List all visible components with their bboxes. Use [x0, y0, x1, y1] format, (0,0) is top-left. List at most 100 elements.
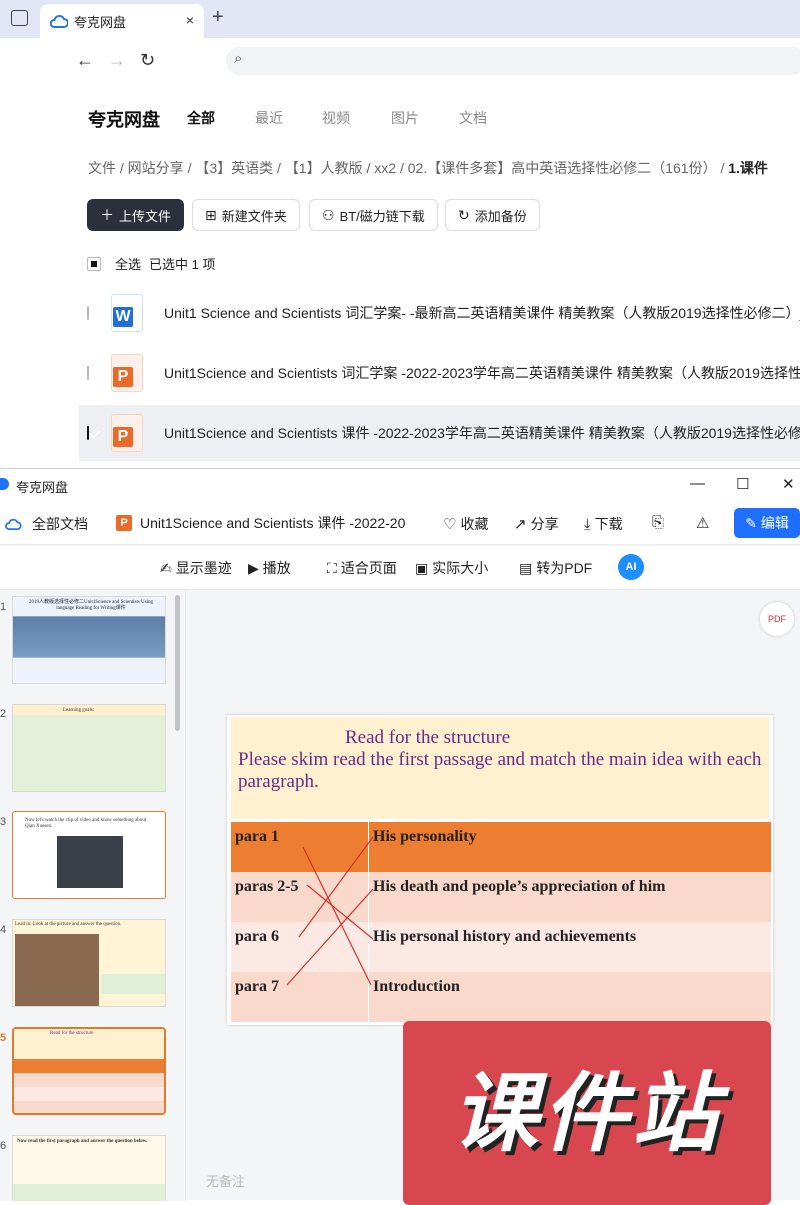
ppt-file-icon: P [111, 414, 143, 452]
breadcrumb-sep: / [119, 160, 124, 176]
browser-tab[interactable]: 夸克网盘 × [40, 4, 204, 38]
ai-assistant-icon[interactable]: AI [618, 554, 644, 580]
app-logo-icon [0, 478, 9, 490]
file-checkbox[interactable] [87, 306, 89, 320]
new-tab-icon[interactable]: + [212, 6, 224, 29]
breadcrumb-sep: / [366, 160, 371, 176]
file-checkbox-checked[interactable] [87, 426, 89, 440]
document-title: P Unit1Science and Scientists 课件 -2022-2… [116, 513, 405, 533]
file-name[interactable]: Unit1 Science and Scientists 词汇学案- -最新高二… [164, 303, 800, 323]
new-folder-button[interactable]: ⊞ 新建文件夹 [192, 199, 300, 231]
share-button[interactable]: ↗ 分享 [514, 514, 559, 534]
pdf-float-button[interactable]: PDF [760, 602, 794, 636]
add-backup-button[interactable]: ↻ 添加备份 [445, 199, 540, 231]
play-label: 播放 [262, 560, 291, 576]
fit-icon: ⛶ [327, 559, 337, 576]
slide-thumbnail[interactable]: Now let's watch the clip of video and kn… [12, 811, 166, 899]
address-bar[interactable]: ⌕ [226, 47, 800, 75]
bt-download-button[interactable]: ⚇ BT/磁力链下载 [309, 199, 438, 231]
drive-logo: 夸克网盘 [88, 110, 160, 130]
watermark-text: 课件站 [452, 1064, 722, 1164]
tab-image[interactable]: 图片 [391, 108, 419, 128]
pdf-icon: ▤ [519, 559, 533, 576]
cloud-icon [5, 518, 22, 530]
tab-all[interactable]: 全部 [187, 108, 215, 128]
file-checkbox[interactable] [87, 366, 89, 380]
new-folder-label: 新建文件夹 [221, 208, 287, 224]
all-docs-label: 全部文档 [32, 516, 88, 532]
all-docs-button[interactable]: 全部文档 [4, 514, 88, 534]
slide-thumbnail[interactable]: Now read the first paragraph and answer … [12, 1135, 166, 1201]
tab-document[interactable]: 文档 [459, 108, 487, 128]
close-window-icon[interactable]: ✕ [782, 475, 795, 493]
slide-thumbnail[interactable]: 2019人教版选择性必修二Unit1Science and Scientists… [12, 596, 166, 684]
ink-icon: ✍ [160, 559, 172, 576]
matching-lines [286, 836, 374, 986]
document-title-text: Unit1Science and Scientists 课件 -2022-20 [140, 515, 406, 531]
breadcrumb-sep: / [277, 160, 281, 176]
bt-label: BT/磁力链下载 [339, 208, 425, 224]
maximize-icon[interactable]: ☐ [736, 475, 749, 493]
backup-icon: ↻ [458, 206, 470, 223]
breadcrumb-item[interactable]: 网站分享 [128, 160, 184, 176]
thumb-text: 2019人教版选择性必修二Unit1Science and Scientists… [28, 600, 154, 611]
fit-page-button[interactable]: ⛶ 适合页面 [327, 558, 397, 578]
viewer-toolbar: ✍ 显示墨迹 ▶ 播放 ⛶ 适合页面 ▣ 实际大小 ▤ 转为PDF AI [0, 546, 800, 590]
word-file-icon: W [111, 294, 143, 332]
favorite-button[interactable]: ♡ 收藏 [443, 514, 488, 534]
select-all-label[interactable]: 全选 [115, 254, 141, 273]
favorite-label: 收藏 [460, 516, 489, 532]
share-label: 分享 [530, 516, 559, 532]
edit-button[interactable]: ✎ 编辑 [734, 508, 800, 538]
select-all-checkbox[interactable] [87, 256, 101, 271]
reload-icon[interactable]: ↻ [140, 50, 155, 71]
slide-canvas: Read for the structure Please skim read … [227, 715, 773, 1025]
breadcrumb-item[interactable]: 【1】人教版 [285, 160, 363, 176]
thumb-number: 4 [0, 924, 7, 936]
plus-icon: ＋ [100, 207, 114, 223]
thumbnail-scrollbar[interactable] [175, 595, 180, 731]
tab-close-icon[interactable]: × [186, 12, 194, 28]
bt-icon: ⚇ [322, 206, 335, 223]
breadcrumb-item[interactable]: 文件 [88, 160, 116, 176]
actual-size-icon: ▣ [415, 559, 429, 576]
file-row[interactable]: P Unit1Science and Scientists 词汇学案 -2022… [79, 345, 800, 401]
tab-video[interactable]: 视频 [322, 108, 350, 128]
play-icon: ▶ [248, 559, 259, 576]
breadcrumb-item[interactable]: 02.【课件多套】高中英语选择性必修二（161份） [408, 160, 717, 176]
ppt-icon: P [116, 515, 132, 531]
file-name[interactable]: Unit1Science and Scientists 词汇学案 -2022-2… [164, 363, 800, 383]
match-line [302, 846, 372, 986]
file-row[interactable]: W Unit1 Science and Scientists 词汇学案- -最新… [79, 285, 800, 341]
thumbnail-panel: 1 2019人教版选择性必修二Unit1Science and Scientis… [0, 591, 186, 1201]
tab-search-icon[interactable] [11, 10, 28, 26]
thumb-number: 6 [0, 1140, 7, 1152]
download-icon: ⤓ [584, 515, 591, 533]
file-name[interactable]: Unit1Science and Scientists 课件 -2022-202… [164, 423, 800, 443]
forward-icon[interactable]: → [108, 50, 126, 71]
convert-pdf-button[interactable]: ▤ 转为PDF [519, 558, 592, 578]
actual-size-button[interactable]: ▣ 实际大小 [415, 558, 488, 578]
fit-page-label: 适合页面 [340, 560, 397, 576]
back-icon[interactable]: ← [76, 50, 94, 71]
breadcrumb-item[interactable]: 【3】英语类 [195, 160, 273, 176]
download-button[interactable]: ⤓ 下载 [584, 514, 623, 534]
show-ink-button[interactable]: ✍ 显示墨迹 [160, 558, 232, 578]
play-button[interactable]: ▶ 播放 [248, 558, 291, 578]
slide-thumbnail-current[interactable]: Read for the structure [12, 1027, 166, 1115]
viewer-window-title: 夸克网盘 [16, 480, 69, 495]
show-ink-label: 显示墨迹 [175, 560, 232, 576]
upload-button[interactable]: ＋ 上传文件 [87, 199, 185, 231]
slide-thumbnail[interactable]: Lead in: Look at the picture and answer … [12, 919, 166, 1007]
notes-placeholder: 无备注 [206, 1174, 246, 1189]
file-row-selected[interactable]: P Unit1Science and Scientists 课件 -2022-2… [79, 405, 800, 461]
thumb-number-current: 5 [0, 1032, 7, 1044]
minimize-icon[interactable]: — [690, 475, 705, 492]
slide-thumbnail[interactable]: Learning goals: [12, 704, 166, 792]
export-icon[interactable]: ⎘ [652, 514, 668, 531]
thumb-text: Read for the structure [50, 1031, 94, 1036]
breadcrumb-item[interactable]: xx2 [374, 160, 396, 176]
feedback-icon[interactable]: ⚠ [696, 514, 713, 532]
tab-recent[interactable]: 最近 [255, 108, 283, 128]
share-icon: ↗ [514, 516, 527, 533]
